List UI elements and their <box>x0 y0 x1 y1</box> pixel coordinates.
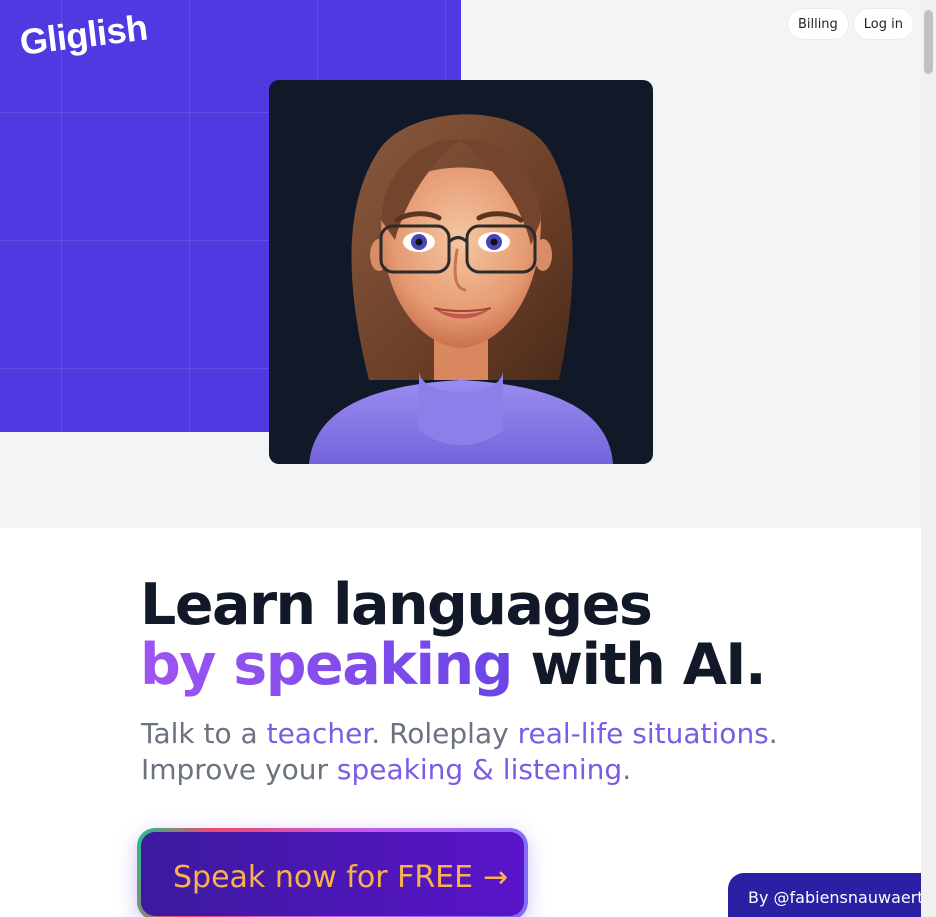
sub-segment: . Roleplay <box>371 717 518 750</box>
sub-highlight: real-life situations <box>517 717 769 750</box>
sub-highlight: teacher <box>266 717 372 750</box>
headline: Learn languages by speaking with AI. <box>140 572 767 698</box>
sub-highlight: speaking & listening <box>336 753 623 786</box>
page: Gliglish Billing Log in Learn languages … <box>0 0 921 917</box>
cta-label: Speak now for FREE <box>173 860 474 895</box>
speak-now-button[interactable]: Speak now for FREE → <box>141 832 524 916</box>
teacher-avatar-illustration <box>309 114 613 464</box>
billing-button[interactable]: Billing <box>787 9 848 39</box>
headline-highlight: by speaking <box>140 632 513 698</box>
author-credit-link[interactable]: By @fabiensnauwaert <box>728 873 921 917</box>
top-nav: Billing Log in <box>787 9 913 39</box>
sub-segment: Talk to a <box>141 717 267 750</box>
sub-segment: . <box>622 753 632 786</box>
scrollbar[interactable] <box>921 0 936 917</box>
headline-rest: with AI. <box>511 632 766 698</box>
hero-top: Gliglish Billing Log in <box>0 0 921 528</box>
headline-line1: Learn languages <box>140 572 653 638</box>
logo[interactable]: Gliglish <box>17 7 149 64</box>
cta-border: Speak now for FREE → <box>137 828 528 917</box>
teacher-avatar <box>269 80 653 464</box>
arrow-right-icon: → <box>483 860 509 895</box>
scrollbar-thumb[interactable] <box>924 10 933 74</box>
subheadline: Talk to a teacher. Roleplay real-life si… <box>141 716 821 788</box>
login-button[interactable]: Log in <box>853 9 913 39</box>
